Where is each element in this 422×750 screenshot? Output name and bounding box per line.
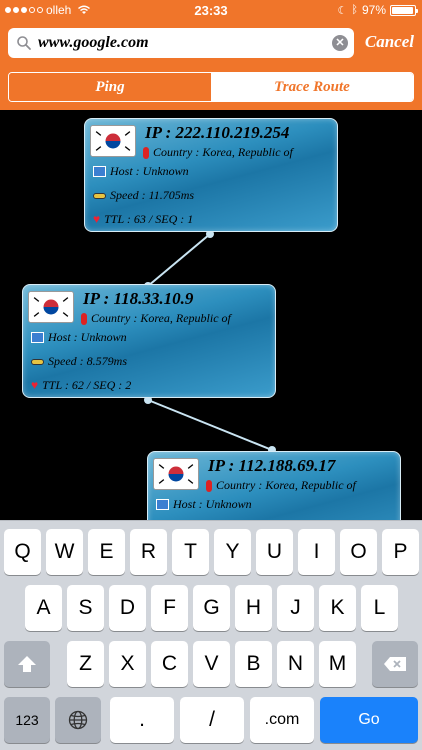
hop-country: Country : Korea, Republic of bbox=[206, 478, 356, 493]
hop-host: Host : Unknown bbox=[31, 330, 127, 345]
korea-flag-icon bbox=[28, 291, 74, 323]
battery-icon bbox=[390, 4, 418, 16]
keyboard: Q W E R T Y U I O P A S D F G H J K L Z … bbox=[0, 520, 422, 750]
delete-key[interactable] bbox=[372, 641, 418, 687]
moon-icon: ☾ bbox=[337, 4, 348, 17]
heart-icon: ♥ bbox=[93, 212, 101, 226]
monitor-icon bbox=[156, 499, 169, 510]
key-t[interactable]: T bbox=[172, 529, 209, 575]
hop-host-label: Host : Unknown bbox=[110, 164, 189, 178]
hop-ip: IP : 222.110.219.254 bbox=[145, 123, 290, 142]
hop-ttl-label: TTL : 62 / SEQ : 2 bbox=[42, 378, 132, 392]
tab-ping[interactable]: Ping bbox=[9, 73, 211, 101]
korea-flag-icon bbox=[153, 458, 199, 490]
period-key[interactable]: . bbox=[110, 697, 174, 743]
key-u[interactable]: U bbox=[256, 529, 293, 575]
key-n[interactable]: N bbox=[277, 641, 314, 687]
top-bar: olleh 23:33 ☾ ᛒ 97% ✕ Cancel Ping bbox=[0, 0, 422, 110]
hop-node[interactable]: IP : 112.188.69.17 Country : Korea, Repu… bbox=[147, 451, 401, 520]
hop-country-label: Country : Korea, Republic of bbox=[91, 311, 231, 325]
shift-icon bbox=[18, 656, 36, 672]
hop-speed-label: Speed : 11.705ms bbox=[110, 188, 195, 202]
dotcom-key[interactable]: .com bbox=[250, 697, 314, 743]
tab-trace-route[interactable]: Trace Route bbox=[211, 73, 413, 101]
shift-key[interactable] bbox=[4, 641, 50, 687]
pin-icon bbox=[143, 146, 149, 159]
globe-key[interactable] bbox=[55, 697, 101, 743]
key-p[interactable]: P bbox=[382, 529, 419, 575]
key-f[interactable]: F bbox=[151, 585, 188, 631]
hop-host-label: Host : Unknown bbox=[173, 497, 252, 511]
key-q[interactable]: Q bbox=[4, 529, 41, 575]
hop-country: Country : Korea, Republic of bbox=[81, 311, 231, 326]
hop-country-label: Country : Korea, Republic of bbox=[216, 478, 356, 492]
hop-country-label: Country : Korea, Republic of bbox=[153, 145, 293, 159]
backspace-icon bbox=[384, 657, 406, 671]
clear-text-icon[interactable]: ✕ bbox=[332, 35, 348, 51]
status-right: ☾ ᛒ 97% bbox=[337, 3, 418, 17]
key-i[interactable]: I bbox=[298, 529, 335, 575]
key-r[interactable]: R bbox=[130, 529, 167, 575]
hop-ttl: ♥ TTL : 63 / SEQ : 1 bbox=[93, 212, 193, 227]
hop-country: Country : Korea, Republic of bbox=[143, 145, 293, 160]
slash-key[interactable]: / bbox=[180, 697, 244, 743]
cancel-button[interactable]: Cancel bbox=[365, 32, 414, 52]
search-icon bbox=[17, 36, 31, 50]
battery-fill bbox=[392, 6, 414, 14]
key-h[interactable]: H bbox=[235, 585, 272, 631]
mode-segmented-control: Ping Trace Route bbox=[8, 72, 414, 102]
globe-icon bbox=[68, 710, 88, 730]
key-s[interactable]: S bbox=[67, 585, 104, 631]
key-z[interactable]: Z bbox=[67, 641, 104, 687]
hop-host-label: Host : Unknown bbox=[48, 330, 127, 344]
numbers-key[interactable]: 123 bbox=[4, 697, 50, 743]
key-w[interactable]: W bbox=[46, 529, 83, 575]
battery-percent: 97% bbox=[361, 3, 386, 17]
key-l[interactable]: L bbox=[361, 585, 398, 631]
hop-speed-label: Speed : 8.579ms bbox=[48, 354, 127, 368]
status-bar: olleh 23:33 ☾ ᛒ 97% bbox=[0, 0, 422, 22]
key-k[interactable]: K bbox=[319, 585, 356, 631]
trace-canvas[interactable]: IP : 222.110.219.254 Country : Korea, Re… bbox=[0, 110, 422, 520]
monitor-icon bbox=[31, 332, 44, 343]
search-row: ✕ Cancel bbox=[8, 28, 414, 58]
hop-speed: Speed : 8.579ms bbox=[31, 354, 127, 369]
hop-ttl: ♥ TTL : 62 / SEQ : 2 bbox=[31, 378, 131, 393]
pin-icon bbox=[206, 479, 212, 492]
key-g[interactable]: G bbox=[193, 585, 230, 631]
korea-flag-icon bbox=[90, 125, 136, 157]
key-x[interactable]: X bbox=[109, 641, 146, 687]
key-a[interactable]: A bbox=[25, 585, 62, 631]
key-d[interactable]: D bbox=[109, 585, 146, 631]
monitor-icon bbox=[93, 166, 106, 177]
key-v[interactable]: V bbox=[193, 641, 230, 687]
go-button[interactable]: Go bbox=[320, 697, 418, 743]
hop-host: Host : Unknown bbox=[93, 164, 189, 179]
hop-ip: IP : 118.33.10.9 bbox=[83, 289, 194, 308]
key-c[interactable]: C bbox=[151, 641, 188, 687]
pin-icon bbox=[81, 312, 87, 325]
hop-ip: IP : 112.188.69.17 bbox=[208, 456, 336, 475]
hop-ttl-label: TTL : 63 / SEQ : 1 bbox=[104, 212, 194, 226]
url-input[interactable] bbox=[38, 31, 328, 55]
key-b[interactable]: B bbox=[235, 641, 272, 687]
hop-node[interactable]: IP : 222.110.219.254 Country : Korea, Re… bbox=[84, 118, 338, 232]
hop-node[interactable]: IP : 118.33.10.9 Country : Korea, Republ… bbox=[22, 284, 276, 398]
speed-icon bbox=[31, 358, 44, 365]
hop-host: Host : Unknown bbox=[156, 497, 252, 512]
key-y[interactable]: Y bbox=[214, 529, 251, 575]
hop-speed: Speed : 11.705ms bbox=[93, 188, 194, 203]
key-o[interactable]: O bbox=[340, 529, 377, 575]
key-m[interactable]: M bbox=[319, 641, 356, 687]
heart-icon: ♥ bbox=[31, 378, 39, 392]
search-box[interactable]: ✕ bbox=[8, 28, 354, 58]
key-e[interactable]: E bbox=[88, 529, 125, 575]
speed-icon bbox=[93, 192, 106, 199]
bluetooth-icon: ᛒ bbox=[351, 4, 358, 16]
key-j[interactable]: J bbox=[277, 585, 314, 631]
